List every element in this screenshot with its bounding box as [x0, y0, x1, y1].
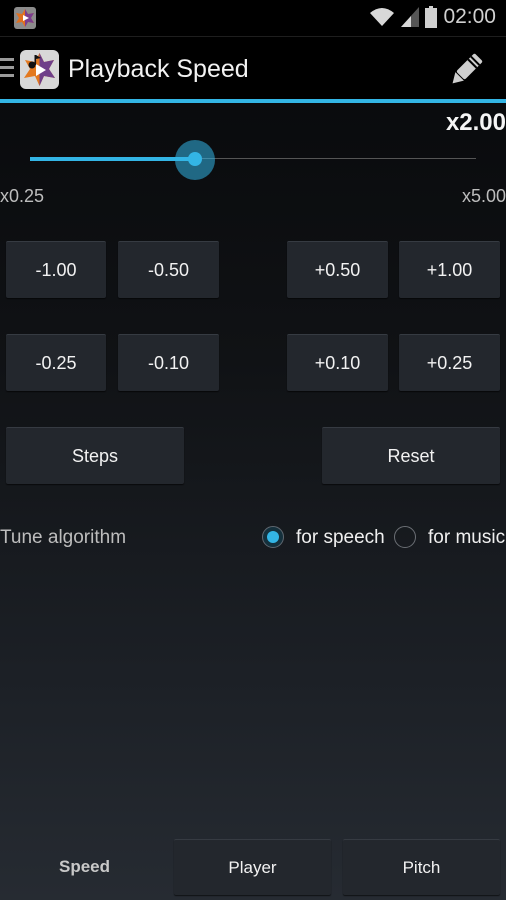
radio-for-music[interactable]: [394, 526, 416, 548]
minus-0-50-button[interactable]: -0.50: [118, 241, 219, 298]
slider-thumb[interactable]: [188, 152, 202, 166]
plus-0-10-button[interactable]: +0.10: [287, 334, 388, 391]
app-icon[interactable]: [20, 50, 59, 89]
notification-app-icon: [14, 7, 36, 29]
tab-player[interactable]: Player: [174, 839, 331, 895]
minus-1-00-button[interactable]: -1.00: [6, 241, 106, 298]
plus-0-25-button[interactable]: +0.25: [399, 334, 500, 391]
minus-0-25-button[interactable]: -0.25: [6, 334, 106, 391]
plus-0-50-button[interactable]: +0.50: [287, 241, 388, 298]
speed-slider[interactable]: [30, 140, 476, 180]
minus-0-10-button[interactable]: -0.10: [118, 334, 219, 391]
status-clock: 02:00: [443, 5, 496, 28]
speed-max-label: x5.00: [461, 186, 506, 206]
page-title: Playback Speed: [68, 55, 249, 83]
wifi-icon: [370, 8, 395, 26]
status-bar: 02:00: [0, 0, 506, 37]
tab-pitch[interactable]: Pitch: [343, 839, 500, 895]
speed-min-label: x0.25: [0, 186, 45, 206]
reset-button[interactable]: Reset: [322, 427, 500, 484]
slider-fill: [30, 157, 195, 161]
radio-label-for-speech[interactable]: for speech: [296, 527, 385, 549]
action-bar-divider: [0, 99, 506, 103]
hamburger-menu-icon[interactable]: [0, 58, 14, 78]
cell-signal-icon: [401, 7, 420, 27]
pencil-icon[interactable]: [446, 50, 486, 90]
tab-speed[interactable]: Speed: [6, 840, 163, 894]
tune-algorithm-label: Tune algorithm: [0, 527, 127, 548]
radio-for-speech[interactable]: [262, 526, 284, 548]
battery-icon: [425, 6, 438, 28]
plus-1-00-button[interactable]: +1.00: [399, 241, 500, 298]
steps-button[interactable]: Steps: [6, 427, 184, 484]
radio-label-for-music[interactable]: for music: [428, 527, 505, 549]
current-speed-value: x2.00: [445, 109, 506, 136]
